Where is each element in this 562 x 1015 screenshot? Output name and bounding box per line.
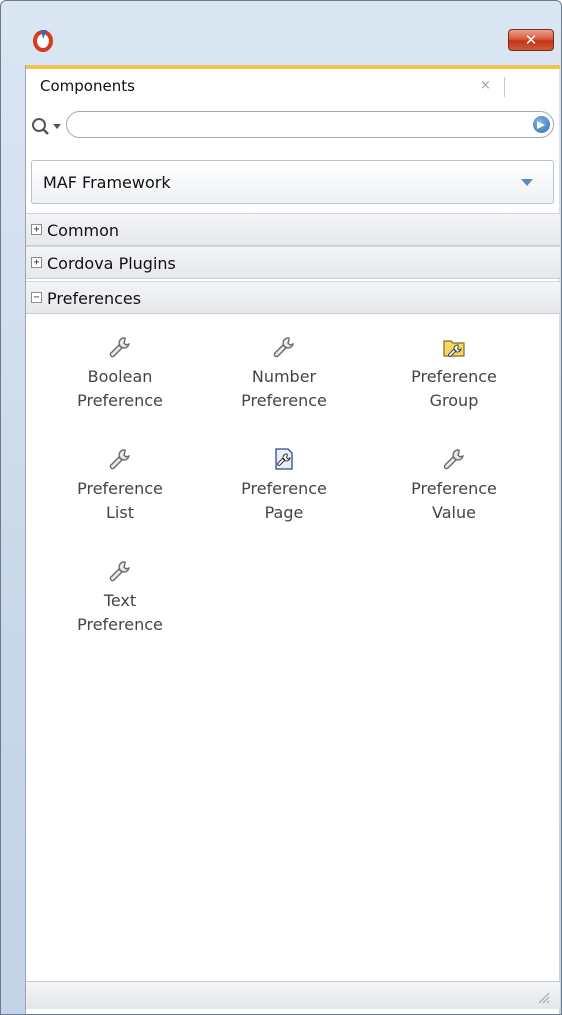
resize-grip-icon[interactable]	[536, 990, 550, 1004]
wrench-icon	[273, 337, 294, 358]
component-label-line1: Preference	[77, 479, 163, 498]
component-label-line2: Preference	[77, 615, 163, 634]
section-label: Common	[47, 221, 120, 240]
search-options-icon[interactable]	[30, 116, 70, 136]
component-label-line2: Group	[429, 391, 479, 410]
search-field	[66, 111, 554, 138]
wrench-icon	[109, 337, 130, 358]
chevron-down-icon	[521, 179, 533, 186]
wrench-icon	[443, 449, 464, 470]
expand-icon[interactable]: +	[31, 257, 42, 268]
section-preferences[interactable]: − Preferences	[26, 281, 560, 314]
component-palette-window: ✕ Components × MAF Framework + Common + …	[0, 0, 562, 1015]
wrench-icon	[109, 449, 130, 470]
tab-components[interactable]: Components ×	[26, 69, 506, 100]
search-row	[26, 109, 560, 141]
components-panel: Components × MAF Framework + Common + Co…	[25, 65, 560, 1014]
section-cordova-plugins[interactable]: + Cordova Plugins	[26, 246, 560, 279]
component-label-line2: Preference	[77, 391, 163, 410]
component-preference-group[interactable]: Preference Group	[384, 335, 524, 445]
component-label-line1: Text	[103, 591, 137, 610]
folder-wrench-icon	[443, 340, 465, 357]
component-label-line2: List	[106, 503, 134, 522]
collapse-icon[interactable]: −	[31, 292, 42, 303]
component-number-preference[interactable]: Number Preference	[214, 335, 354, 445]
component-label-line1: Preference	[241, 479, 327, 498]
title-bar[interactable]: ✕	[1, 1, 561, 65]
component-label-line1: Number	[251, 367, 317, 386]
expand-icon[interactable]: +	[31, 224, 42, 235]
component-preference-list[interactable]: Preference List	[50, 447, 190, 557]
tab-label: Components	[40, 77, 135, 95]
component-label-line1: Boolean	[87, 367, 153, 386]
page-wrench-icon	[275, 448, 293, 470]
component-label-line1: Preference	[411, 367, 497, 386]
search-input[interactable]	[75, 115, 519, 136]
search-go-icon[interactable]	[533, 116, 550, 133]
wrench-icon	[109, 561, 130, 582]
component-label-line2: Page	[264, 503, 304, 522]
library-dropdown-value: MAF Framework	[43, 173, 171, 192]
tab-divider	[504, 77, 505, 97]
close-button[interactable]: ✕	[508, 29, 554, 51]
component-text-preference[interactable]: Text Preference	[50, 559, 190, 669]
component-label-line2: Preference	[241, 391, 327, 410]
status-bar	[26, 981, 560, 1009]
tab-close-icon[interactable]: ×	[480, 78, 491, 93]
app-logo-icon	[33, 30, 53, 52]
section-common[interactable]: + Common	[26, 213, 560, 246]
component-boolean-preference[interactable]: Boolean Preference	[50, 335, 190, 445]
library-dropdown[interactable]: MAF Framework	[31, 160, 554, 204]
component-label-line1: Preference	[411, 479, 497, 498]
section-label: Cordova Plugins	[47, 254, 176, 273]
component-preference-value[interactable]: Preference Value	[384, 447, 524, 557]
component-label-line2: Value	[432, 503, 476, 522]
section-label: Preferences	[47, 289, 142, 308]
component-preference-page[interactable]: Preference Page	[214, 447, 354, 557]
